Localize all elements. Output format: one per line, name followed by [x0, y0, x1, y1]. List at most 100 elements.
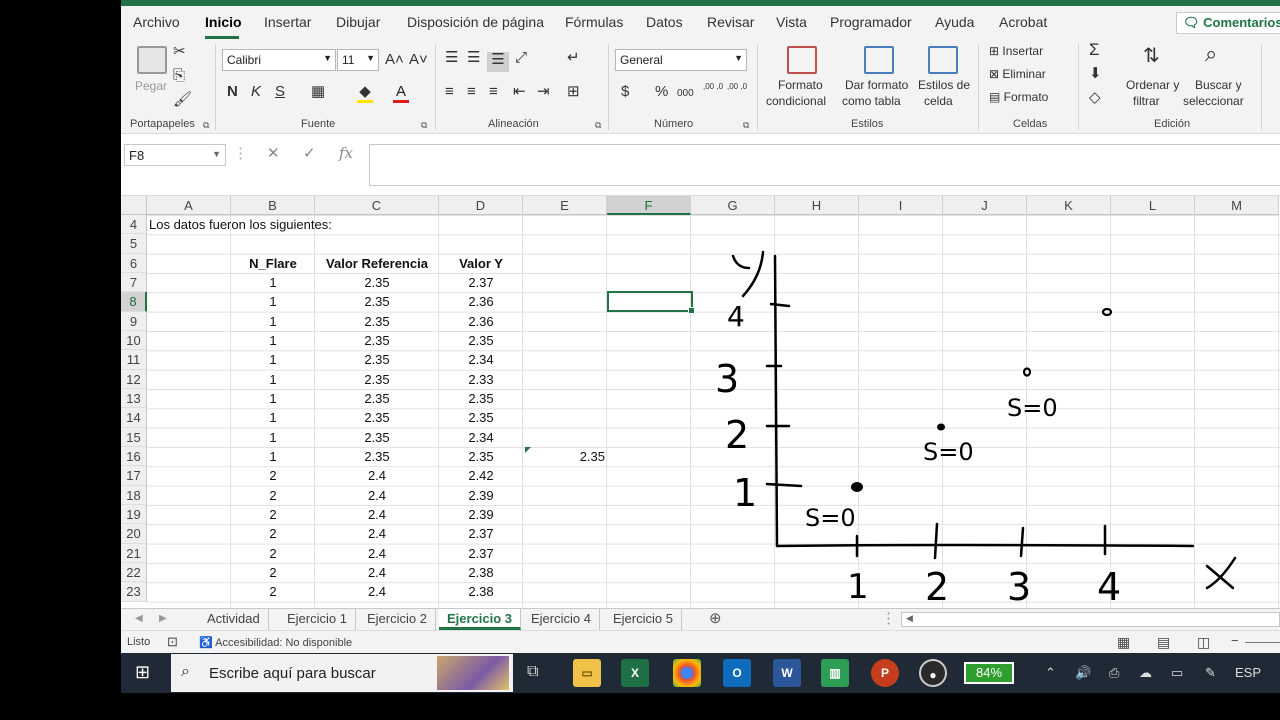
page-layout-icon[interactable]: ▤ — [1157, 634, 1170, 651]
currency-icon[interactable]: $ — [621, 84, 629, 100]
sheet-tab-ejercicio-2[interactable]: Ejercicio 2 — [359, 609, 436, 630]
comments-button[interactable]: 🗨 Comentarios — [1176, 12, 1280, 34]
wrap-text-icon[interactable]: ↵ — [567, 50, 580, 66]
find-select-label-2[interactable]: seleccionar — [1183, 94, 1244, 108]
number-launcher-icon[interactable]: ⧉ — [743, 120, 749, 131]
cut-icon[interactable]: ✂ — [173, 44, 186, 60]
alignment-launcher-icon[interactable]: ⧉ — [595, 120, 601, 131]
delete-cells-button[interactable]: ⊠ Eliminar — [989, 67, 1046, 81]
volume-icon[interactable]: 🔊 — [1075, 665, 1091, 681]
borders-icon[interactable]: ▦ — [311, 84, 325, 100]
clear-icon[interactable]: ◇ — [1089, 90, 1101, 106]
format-cells-button[interactable]: ▤ Formato — [989, 90, 1048, 104]
menu-formulas[interactable]: Fórmulas — [565, 14, 623, 30]
cloud-icon[interactable]: ☁ — [1139, 665, 1152, 681]
scroll-left-icon[interactable]: ◀ — [906, 613, 913, 624]
menu-archivo[interactable]: Archivo — [133, 14, 180, 30]
battery-tray-icon[interactable]: ▭ — [1171, 665, 1183, 681]
number-format-select[interactable]: General ▼ — [615, 49, 747, 71]
find-select-label-1[interactable]: Buscar y — [1195, 78, 1242, 92]
add-sheet-icon[interactable]: ⊕ — [709, 611, 722, 627]
sort-filter-icon[interactable]: ⇅ — [1143, 46, 1160, 66]
format-as-table-label-2[interactable]: como tabla — [842, 94, 901, 108]
sheet-tab-ejercicio-3[interactable]: Ejercicio 3 — [439, 609, 522, 630]
conditional-format-label-2[interactable]: condicional — [766, 94, 826, 108]
decrease-decimal-icon[interactable]: ,00 ,0 — [727, 82, 747, 91]
next-sheet-icon[interactable]: ▶ — [159, 611, 167, 627]
font-launcher-icon[interactable]: ⧉ — [421, 120, 427, 131]
conditional-format-label-1[interactable]: Formato — [778, 78, 823, 92]
percent-icon[interactable]: % — [655, 84, 668, 100]
menu-datos[interactable]: Datos — [646, 14, 683, 30]
grow-font-icon[interactable]: A˄ — [385, 52, 404, 68]
font-color-icon[interactable]: A — [393, 84, 409, 103]
increase-indent-icon[interactable]: ⇥ — [537, 84, 550, 100]
format-painter-icon[interactable]: 🖌 — [173, 92, 192, 108]
paste-icon[interactable] — [137, 46, 167, 74]
sort-filter-label-2[interactable]: filtrar — [1133, 94, 1160, 108]
macro-record-icon[interactable]: ⊡ — [167, 634, 178, 650]
menu-inicio[interactable]: Inicio — [205, 14, 242, 30]
align-bottom-icon[interactable]: ☰ — [487, 52, 509, 72]
align-center-icon[interactable]: ≡ — [467, 84, 476, 100]
powerpoint-icon[interactable]: P — [871, 659, 899, 687]
menu-acrobat[interactable]: Acrobat — [999, 14, 1047, 30]
clipboard-launcher-icon[interactable]: ⧉ — [203, 120, 209, 131]
windows-start-icon[interactable]: ⊞ — [135, 663, 150, 681]
outlook-icon[interactable]: O — [723, 659, 751, 687]
font-size-select[interactable]: 11 ▼ — [337, 49, 379, 71]
autosum-icon[interactable]: Σ — [1089, 41, 1100, 58]
align-top-icon[interactable]: ☰ — [445, 50, 458, 66]
align-right-icon[interactable]: ≡ — [489, 84, 498, 100]
font-name-select[interactable]: Calibri ▼ — [222, 49, 336, 71]
horizontal-scrollbar[interactable]: ◀ — [901, 612, 1280, 627]
italic-button[interactable]: K — [251, 84, 261, 100]
battery-indicator[interactable]: 84% — [964, 662, 1014, 684]
thousands-icon[interactable]: 000 — [677, 86, 694, 102]
enter-icon[interactable]: ✓ — [303, 146, 316, 162]
orientation-icon[interactable]: ⤢ — [515, 50, 527, 66]
pen-icon[interactable]: ✎ — [1205, 665, 1216, 681]
menu-vista[interactable]: Vista — [776, 14, 807, 30]
formula-input[interactable] — [369, 144, 1280, 186]
menu-dibujar[interactable]: Dibujar — [336, 14, 380, 30]
task-view-icon[interactable]: ⧉ — [527, 664, 538, 680]
excel-icon[interactable]: X — [621, 659, 649, 687]
zoom-out-icon[interactable]: − — [1231, 633, 1239, 648]
cancel-icon[interactable]: ✕ — [267, 146, 280, 162]
obs-icon[interactable]: ● — [919, 659, 947, 687]
chevron-up-icon[interactable]: ⌃ — [1045, 665, 1056, 681]
normal-view-icon[interactable]: ▦ — [1117, 634, 1130, 651]
name-box[interactable]: F8 ▼ — [124, 144, 226, 166]
bold-button[interactable]: N — [227, 84, 238, 100]
meet-icon[interactable]: ⎙ — [1109, 665, 1119, 681]
menu-revisar[interactable]: Revisar — [707, 14, 754, 30]
page-break-icon[interactable]: ◫ — [1197, 634, 1210, 651]
underline-button[interactable]: S — [275, 84, 285, 100]
insert-cells-button[interactable]: ⊞ Insertar — [989, 44, 1043, 58]
align-middle-icon[interactable]: ☰ — [467, 50, 480, 66]
taskbar-search[interactable]: ⌕ Escribe aquí para buscar — [171, 654, 513, 692]
sheet-tab-ejercicio-5[interactable]: Ejercicio 5 — [605, 609, 682, 630]
cell-styles-label-2[interactable]: celda — [924, 94, 953, 108]
sheet-tab-actividad[interactable]: Actividad — [199, 609, 269, 630]
decrease-indent-icon[interactable]: ⇤ — [513, 84, 526, 100]
insert-function-icon[interactable]: fx — [339, 145, 353, 161]
file-explorer-icon[interactable]: ▭ — [573, 659, 601, 687]
cell-styles-label-1[interactable]: Estilos de — [918, 78, 970, 92]
find-select-icon[interactable]: ⌕ — [1205, 43, 1217, 65]
sheet-tab-ejercicio-1[interactable]: Ejercicio 1 — [279, 609, 356, 630]
prev-sheet-icon[interactable]: ◀ — [135, 611, 143, 627]
worksheet-grid[interactable]: ABCDEFGHIJKLM 4 5 6 7 8 9 10 11 12 13 14 15 16 17 18 19… — [121, 196, 1280, 608]
merge-center-icon[interactable]: ⊞ — [567, 84, 580, 100]
copy-icon[interactable]: ⎘ — [173, 68, 185, 84]
word-icon[interactable]: W — [773, 659, 801, 687]
increase-decimal-icon[interactable]: ,00 ,0 — [703, 82, 723, 91]
sheet-tab-ejercicio-4[interactable]: Ejercicio 4 — [523, 609, 600, 630]
fill-icon[interactable]: ⬇ — [1089, 66, 1102, 82]
language-indicator[interactable]: ESP — [1235, 665, 1261, 680]
menu-ayuda[interactable]: Ayuda — [935, 14, 974, 30]
sort-filter-label-1[interactable]: Ordenar y — [1126, 78, 1179, 92]
format-as-table-label-1[interactable]: Dar formato — [845, 78, 908, 92]
shrink-font-icon[interactable]: A˅ — [409, 52, 428, 68]
